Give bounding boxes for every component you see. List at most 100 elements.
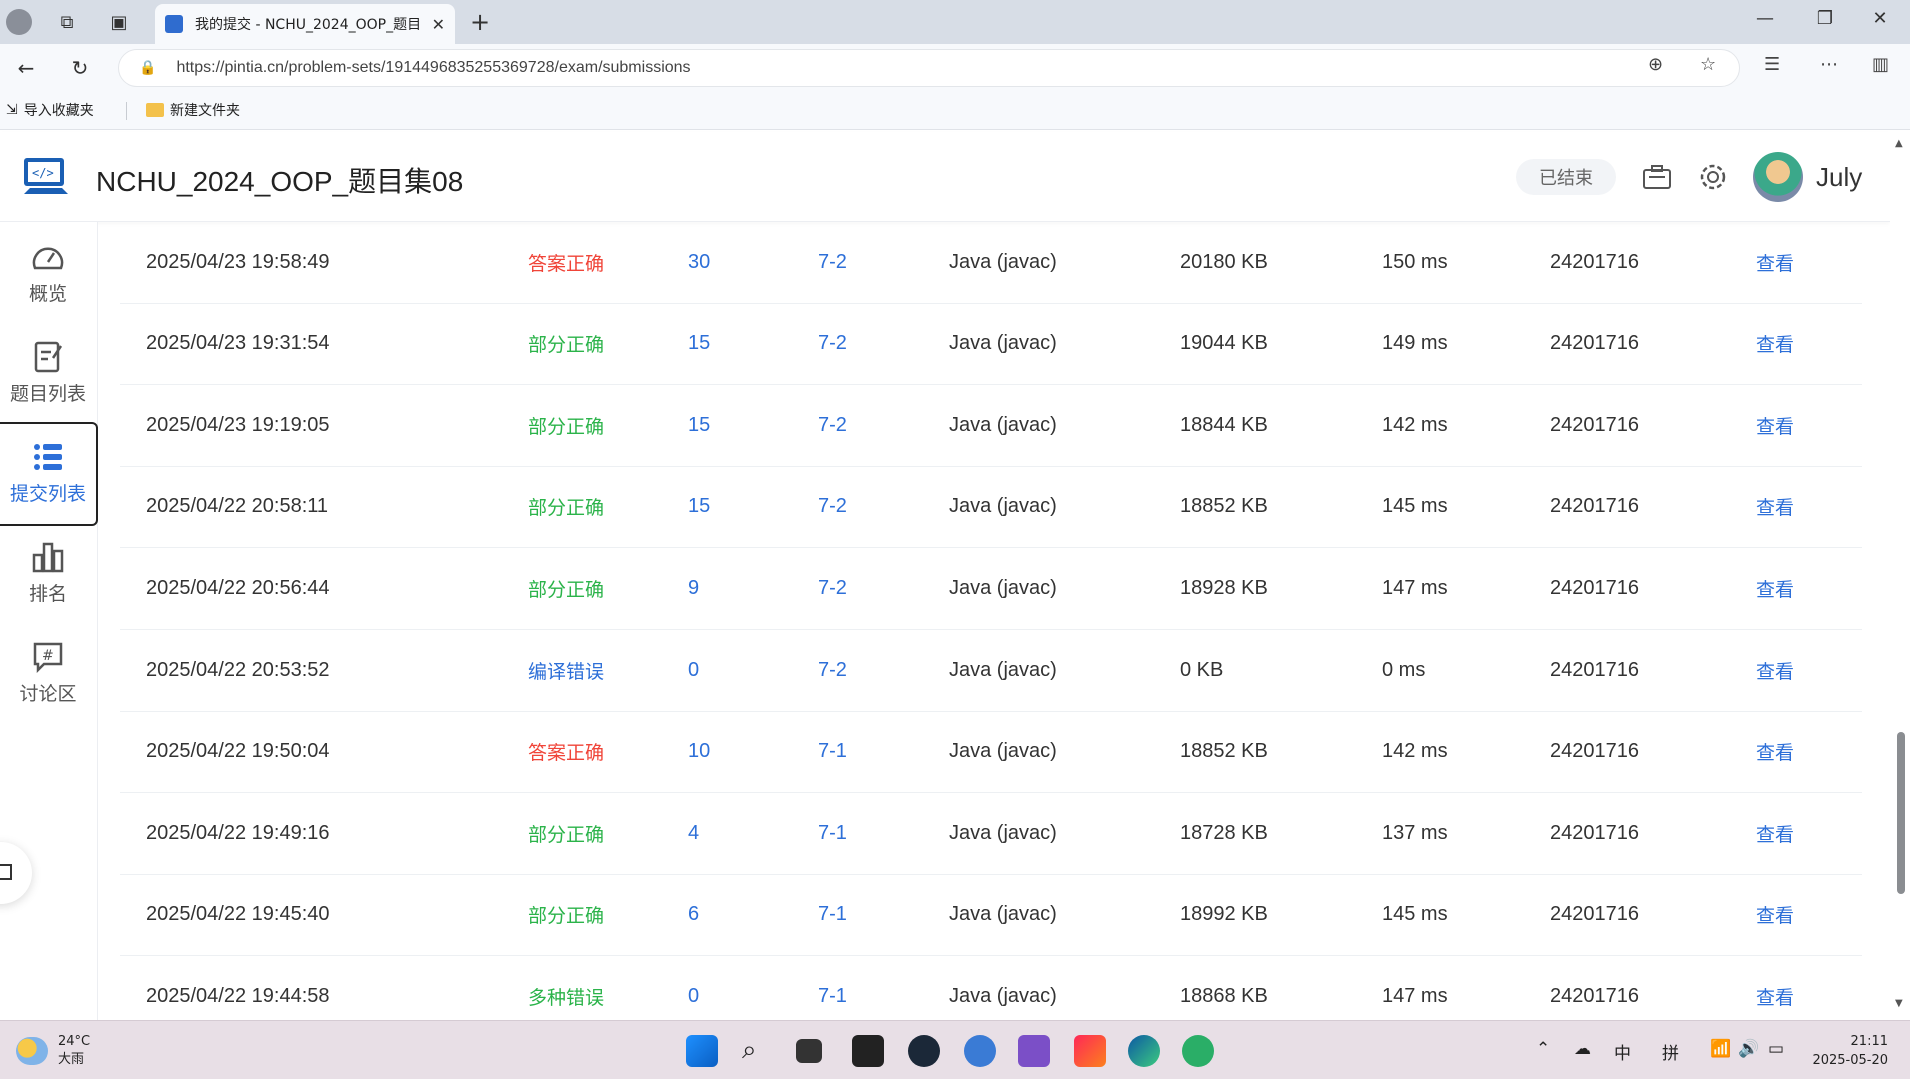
view-link[interactable]: 查看 — [1756, 712, 1794, 792]
wechat-icon[interactable] — [1182, 1035, 1214, 1067]
scroll-down-icon[interactable]: ▼ — [1895, 998, 1903, 1009]
svg-text:</>: </> — [32, 166, 54, 180]
tab-close-icon[interactable]: ✕ — [432, 15, 445, 34]
status-cell[interactable]: 部分正确 — [528, 304, 604, 384]
bookmark-folder[interactable]: 新建文件夹 — [146, 100, 240, 120]
score-cell[interactable]: 10 — [688, 712, 710, 792]
problem-link[interactable]: 7-1 — [818, 875, 847, 955]
scroll-up-icon[interactable]: ▲ — [1895, 138, 1903, 149]
battery-icon[interactable]: ▭ — [1768, 1039, 1784, 1059]
steam-icon[interactable] — [908, 1035, 940, 1067]
pta-logo-icon[interactable]: </> — [22, 154, 70, 198]
more-icon[interactable]: ⋯ — [1820, 54, 1838, 75]
minimize-icon[interactable]: — — [1745, 8, 1785, 29]
problem-link[interactable]: 7-1 — [818, 793, 847, 873]
ime-mode[interactable]: 拼 — [1662, 1039, 1679, 1064]
avatar[interactable] — [1753, 152, 1803, 202]
sidebar-item-submissions[interactable]: 提交列表 — [0, 422, 98, 526]
status-cell[interactable]: 部分正确 — [528, 467, 604, 547]
view-link[interactable]: 查看 — [1756, 304, 1794, 384]
app-dark-icon[interactable] — [852, 1035, 884, 1067]
status-cell[interactable]: 部分正确 — [528, 875, 604, 955]
view-link[interactable]: 查看 — [1756, 467, 1794, 547]
table-row: 2025/04/23 19:31:54 部分正确 15 7-2 Java (ja… — [120, 304, 1862, 386]
edge-icon[interactable] — [1128, 1035, 1160, 1067]
intellij-icon[interactable] — [1074, 1035, 1106, 1067]
onedrive-icon[interactable]: ☁ — [1574, 1039, 1591, 1059]
settings-gear-icon[interactable] — [1696, 160, 1730, 194]
score-cell[interactable]: 15 — [688, 385, 710, 465]
status-cell[interactable]: 部分正确 — [528, 385, 604, 465]
status-cell[interactable]: 部分正确 — [528, 793, 604, 873]
view-link[interactable]: 查看 — [1756, 956, 1794, 1020]
system-clock[interactable]: 21:11 2025-05-20 — [1808, 1032, 1888, 1070]
language-cell: Java (javac) — [949, 576, 1057, 599]
zoom-icon[interactable]: ⊕ — [1648, 54, 1663, 75]
view-link[interactable]: 查看 — [1756, 222, 1794, 302]
username[interactable]: July — [1816, 162, 1862, 193]
visual-studio-icon[interactable] — [1018, 1035, 1050, 1067]
toolbox-icon[interactable] — [1640, 160, 1674, 194]
view-link[interactable]: 查看 — [1756, 630, 1794, 710]
problem-link[interactable]: 7-1 — [818, 712, 847, 792]
sidebar-item-overview[interactable]: 概览 — [0, 222, 96, 322]
view-link[interactable]: 查看 — [1756, 548, 1794, 628]
ime-language[interactable]: 中 — [1614, 1039, 1631, 1064]
score-cell[interactable]: 9 — [688, 548, 699, 628]
problem-link[interactable]: 7-2 — [818, 548, 847, 628]
search-icon[interactable]: ⌕ — [742, 1035, 774, 1067]
sidebar-item-ranking[interactable]: 排名 — [0, 522, 96, 622]
problem-link[interactable]: 7-2 — [818, 222, 847, 302]
edit-list-icon — [30, 339, 66, 375]
volume-icon[interactable]: 🔊 — [1738, 1039, 1759, 1059]
wifi-icon[interactable]: 📶 — [1710, 1039, 1731, 1059]
windows-start-icon[interactable] — [686, 1035, 718, 1067]
weather-widget[interactable]: 24°C 大雨 — [16, 1033, 90, 1069]
status-cell[interactable]: 答案正确 — [528, 712, 604, 792]
score-cell[interactable]: 0 — [688, 630, 699, 710]
score-cell[interactable]: 30 — [688, 222, 710, 302]
settings-app-icon[interactable] — [964, 1035, 996, 1067]
favorites-icon[interactable]: ☰ — [1764, 54, 1780, 75]
problem-link[interactable]: 7-2 — [818, 630, 847, 710]
status-cell[interactable]: 答案正确 — [528, 222, 604, 302]
svg-text:#: # — [42, 648, 54, 664]
score-cell[interactable]: 0 — [688, 956, 699, 1020]
view-link[interactable]: 查看 — [1756, 385, 1794, 465]
view-link[interactable]: 查看 — [1756, 875, 1794, 955]
problem-link[interactable]: 7-2 — [818, 467, 847, 547]
view-link[interactable]: 查看 — [1756, 793, 1794, 873]
status-cell[interactable]: 多种错误 — [528, 956, 604, 1020]
vertical-tabs-icon[interactable]: ▣ — [104, 8, 134, 36]
duration-cell: 145 ms — [1382, 903, 1448, 926]
profile-avatar-icon[interactable] — [4, 8, 34, 36]
problem-link[interactable]: 7-2 — [818, 304, 847, 384]
task-view-icon[interactable] — [796, 1039, 822, 1063]
page-scrollbar[interactable]: ▲ ▼ — [1890, 132, 1910, 1020]
lock-icon[interactable]: 🔒 — [139, 60, 156, 76]
score-cell[interactable]: 4 — [688, 793, 699, 873]
score-cell[interactable]: 15 — [688, 467, 710, 547]
sidebar-item-discussion[interactable]: # 讨论区 — [0, 622, 96, 722]
back-icon[interactable]: ← — [10, 54, 42, 82]
maximize-icon[interactable]: ❐ — [1805, 8, 1845, 29]
favorite-star-icon[interactable]: ☆ — [1700, 54, 1716, 75]
status-cell[interactable]: 部分正确 — [528, 548, 604, 628]
tray-chevron-icon[interactable]: ⌃ — [1536, 1039, 1550, 1059]
score-cell[interactable]: 6 — [688, 875, 699, 955]
collections-icon[interactable]: ⧉ — [52, 8, 82, 36]
new-tab-icon[interactable]: + — [470, 8, 490, 36]
sidebar-toggle-icon[interactable]: ▥ — [1872, 54, 1889, 75]
scroll-thumb[interactable] — [1897, 732, 1905, 894]
bookmark-import[interactable]: ⇲ 导入收藏夹 — [6, 100, 94, 120]
sidebar-item-problems[interactable]: 题目列表 — [0, 322, 96, 422]
score-cell[interactable]: 15 — [688, 304, 710, 384]
problem-link[interactable]: 7-2 — [818, 385, 847, 465]
status-cell[interactable]: 编译错误 — [528, 630, 604, 710]
refresh-icon[interactable]: ↻ — [64, 54, 96, 82]
url-field[interactable]: 🔒 https://pintia.cn/problem-sets/1914496… — [118, 49, 1740, 87]
user-cell: 24201716 — [1550, 332, 1639, 355]
window-close-icon[interactable]: ✕ — [1860, 8, 1900, 29]
problem-link[interactable]: 7-1 — [818, 956, 847, 1020]
browser-tab-active[interactable]: 我的提交 - NCHU_2024_OOP_题目 ✕ — [155, 4, 455, 44]
